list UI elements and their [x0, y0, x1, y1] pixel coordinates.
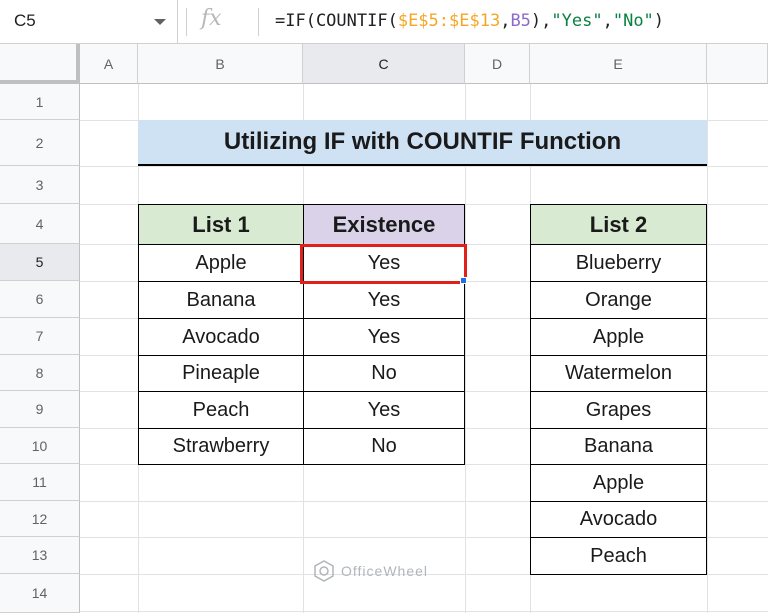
- row-header-14[interactable]: 14: [0, 574, 80, 613]
- row-header-5[interactable]: 5: [0, 244, 80, 281]
- list2-cell[interactable]: Watermelon: [530, 355, 707, 392]
- row-header-13[interactable]: 13: [0, 537, 80, 574]
- row-header-11[interactable]: 11: [0, 464, 80, 501]
- row-header-12[interactable]: 12: [0, 501, 80, 537]
- formula-suffix: ): [653, 11, 665, 31]
- list2-cell[interactable]: Apple: [530, 318, 707, 356]
- column-header-c[interactable]: C: [303, 44, 465, 84]
- list1-cell[interactable]: Peach: [138, 391, 304, 429]
- list2-cell[interactable]: Avocado: [530, 501, 707, 538]
- row-header-7[interactable]: 7: [0, 318, 80, 355]
- column-header-a[interactable]: A: [80, 44, 138, 84]
- name-box-value: C5: [14, 11, 36, 30]
- list2-cell[interactable]: Blueberry: [530, 244, 707, 282]
- formula-prefix: =IF(COUNTIF(: [275, 11, 398, 31]
- fx-icon: fx: [201, 6, 222, 31]
- formula-sep: ,: [602, 11, 613, 31]
- list1-cell[interactable]: Apple: [138, 244, 304, 282]
- select-all-corner[interactable]: [0, 44, 80, 84]
- chevron-down-icon[interactable]: [154, 19, 166, 25]
- column-header-b[interactable]: B: [138, 44, 303, 84]
- row-header-4[interactable]: 4: [0, 204, 80, 244]
- existence-cell[interactable]: No: [303, 355, 465, 392]
- formula-input[interactable]: =IF(COUNTIF($E$5:$E$13,B5),"Yes","No"): [275, 11, 664, 31]
- formula-sep: ,: [500, 11, 511, 31]
- existence-cell[interactable]: Yes: [303, 281, 465, 319]
- fill-handle[interactable]: [460, 277, 467, 284]
- gridline: [80, 611, 768, 612]
- row-header-2[interactable]: 2: [0, 120, 80, 166]
- list2-cell[interactable]: Orange: [530, 281, 707, 319]
- table-header-list2[interactable]: List 2: [530, 204, 707, 245]
- formula-ref: B5: [510, 11, 531, 31]
- column-header-e[interactable]: E: [530, 44, 707, 84]
- table-header-list1[interactable]: List 1: [138, 204, 304, 245]
- existence-cell[interactable]: Yes: [303, 391, 465, 429]
- list1-cell[interactable]: Avocado: [138, 318, 304, 356]
- table-header-existence[interactable]: Existence: [303, 204, 465, 245]
- divider: [258, 8, 259, 36]
- formula-sep: ),: [530, 11, 552, 31]
- formula-string-yes: "Yes": [551, 11, 603, 31]
- column-header-f[interactable]: [707, 44, 768, 84]
- list2-cell[interactable]: Apple: [530, 464, 707, 502]
- divider: [186, 8, 187, 36]
- officewheel-logo-icon: [314, 560, 334, 582]
- formula-string-no: "No": [612, 11, 654, 31]
- list2-cell[interactable]: Grapes: [530, 391, 707, 429]
- sheet-title[interactable]: Utilizing IF with COUNTIF Function: [138, 120, 707, 166]
- existence-cell[interactable]: Yes: [303, 318, 465, 356]
- gridline: [80, 166, 768, 167]
- row-header-3[interactable]: 3: [0, 166, 80, 204]
- list1-cell[interactable]: Strawberry: [138, 428, 304, 465]
- row-header-1[interactable]: 1: [0, 84, 80, 120]
- row-header-8[interactable]: 8: [0, 355, 80, 391]
- formula-range: $E$5:$E$13: [397, 11, 501, 31]
- row-header-6[interactable]: 6: [0, 281, 80, 318]
- list1-cell[interactable]: Banana: [138, 281, 304, 319]
- row-header-9[interactable]: 9: [0, 391, 80, 428]
- active-cell-selection: [300, 244, 467, 284]
- list1-cell[interactable]: Pineaple: [138, 355, 304, 392]
- existence-cell[interactable]: No: [303, 428, 465, 465]
- list2-cell[interactable]: Banana: [530, 428, 707, 465]
- watermark: OfficeWheel: [313, 560, 428, 582]
- row-header-10[interactable]: 10: [0, 428, 80, 464]
- list2-cell[interactable]: Peach: [530, 537, 707, 575]
- column-header-d[interactable]: D: [465, 44, 530, 84]
- gridline: [707, 84, 708, 613]
- watermark-text: OfficeWheel: [341, 563, 428, 579]
